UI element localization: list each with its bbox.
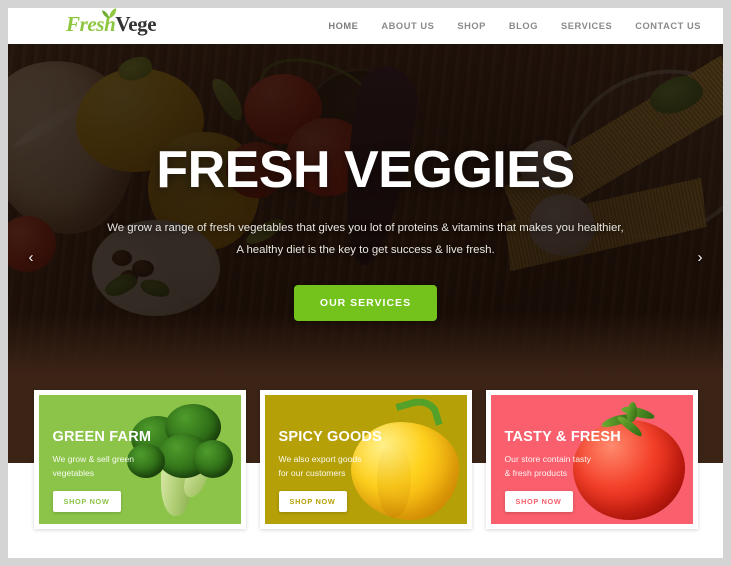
hero-title: FRESH VEGGIES <box>156 141 575 199</box>
nav-item-blog[interactable]: BLOG <box>509 21 538 31</box>
nav-item-about-us[interactable]: ABOUT US <box>381 21 434 31</box>
promo-card-spicy-goods[interactable]: SPICY GOODS We also export goods for our… <box>259 390 472 529</box>
hero-subtitle-line-2: A healthy diet is the key to get success… <box>236 243 495 256</box>
logo-text-vege: Vege <box>115 12 157 36</box>
card-title: SPICY GOODS <box>278 429 382 445</box>
hero-subtitle: We grow a range of fresh vegetables that… <box>8 218 723 261</box>
card-description-line-2: vegetables <box>52 468 95 479</box>
shop-now-button[interactable]: SHOP NOW <box>504 491 573 513</box>
card-description-line-2: for our customers <box>278 468 346 479</box>
nav-item-home[interactable]: HOME <box>328 21 358 31</box>
card-description-line-1: We grow & sell green <box>52 454 135 464</box>
our-services-button[interactable]: OUR SERVICES <box>293 285 438 322</box>
promo-card-green-farm[interactable]: GREEN FARM We grow & sell green vegetabl… <box>33 390 246 529</box>
card-title: TASTY & FRESH <box>504 429 621 445</box>
promo-card-tasty-fresh[interactable]: TASTY & FRESH Our store contain tasty & … <box>485 390 698 529</box>
card-description: Our store contain tasty & fresh products <box>505 452 621 480</box>
carousel-next-arrow-icon[interactable]: › <box>689 247 711 269</box>
shop-now-button[interactable]: SHOP NOW <box>52 491 121 513</box>
card-description: We also export goods for our customers <box>279 452 382 480</box>
main-navigation: HOME ABOUT US SHOP BLOG SERVICES CONTACT… <box>328 8 701 44</box>
card-title: GREEN FARM <box>52 429 152 445</box>
card-description-line-1: We also export goods <box>278 454 362 464</box>
card-description-line-1: Our store contain tasty <box>504 454 591 464</box>
nav-item-shop[interactable]: SHOP <box>457 21 486 31</box>
shop-now-button[interactable]: SHOP NOW <box>278 491 347 513</box>
carousel-prev-arrow-icon[interactable]: ‹ <box>20 247 42 269</box>
page-frame: FreshVege HOME ABOUT US SHOP BLOG SERVIC… <box>8 8 723 558</box>
site-logo[interactable]: FreshVege <box>66 8 157 37</box>
card-description-line-2: & fresh products <box>504 468 568 479</box>
promo-cards: GREEN FARM We grow & sell green vegetabl… <box>8 390 723 529</box>
card-description: We grow & sell green vegetables <box>53 452 152 480</box>
hero-content: FRESH VEGGIES We grow a range of fresh v… <box>8 141 723 322</box>
leaf-icon <box>102 8 117 18</box>
site-header: FreshVege HOME ABOUT US SHOP BLOG SERVIC… <box>8 8 723 44</box>
nav-item-contact-us[interactable]: CONTACT US <box>635 21 701 31</box>
hero-subtitle-line-1: We grow a range of fresh vegetables that… <box>107 222 624 234</box>
nav-item-services[interactable]: SERVICES <box>561 21 612 31</box>
